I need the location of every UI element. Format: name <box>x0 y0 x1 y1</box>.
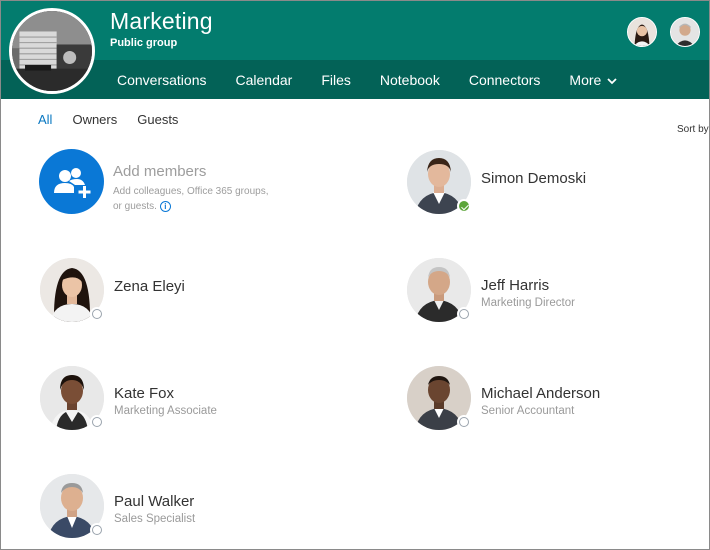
add-members-button[interactable] <box>39 149 104 214</box>
member-avatar <box>40 258 104 322</box>
member-avatar <box>407 366 471 430</box>
group-photo-image <box>12 11 92 91</box>
header-avatar-member[interactable] <box>627 17 657 47</box>
presence-offline-icon <box>90 523 104 537</box>
member-filter-tabs: All Owners Guests <box>38 112 198 127</box>
member-avatar <box>407 150 471 214</box>
nav-calendar[interactable]: Calendar <box>236 72 293 88</box>
member-avatar <box>407 258 471 322</box>
nav-connectors[interactable]: Connectors <box>469 72 541 88</box>
header-avatar-user[interactable] <box>670 17 700 47</box>
add-members-description: Add colleagues, Office 365 groups, or gu… <box>113 184 278 214</box>
add-people-icon <box>54 168 91 198</box>
chevron-down-icon <box>607 72 617 88</box>
nav-notebook[interactable]: Notebook <box>380 72 440 88</box>
filter-guests[interactable]: Guests <box>137 112 178 127</box>
presence-offline-icon <box>90 307 104 321</box>
nav-files[interactable]: Files <box>321 72 351 88</box>
member-title: Sales Specialist <box>114 513 196 525</box>
nav-more-label: More <box>569 71 602 88</box>
member-card[interactable]: Simon Demoski <box>407 150 707 216</box>
filter-owners[interactable]: Owners <box>72 112 117 127</box>
presence-offline-icon <box>457 307 471 321</box>
member-title: Marketing Associate <box>114 405 217 417</box>
member-card[interactable]: Jeff Harris Marketing Director <box>407 258 707 324</box>
presence-available-icon <box>457 199 471 213</box>
member-card[interactable]: Kate Fox Marketing Associate <box>40 366 340 432</box>
group-photo[interactable] <box>9 8 95 94</box>
presence-offline-icon <box>457 415 471 429</box>
nav-conversations[interactable]: Conversations <box>117 72 207 88</box>
member-card[interactable]: Zena Eleyi <box>40 258 340 324</box>
avatar-woman-image <box>628 18 656 46</box>
group-title: Marketing <box>110 8 213 34</box>
member-title: Marketing Director <box>481 297 575 309</box>
avatar-man-image <box>671 18 699 46</box>
member-name: Paul Walker <box>114 493 195 510</box>
member-name: Michael Anderson <box>481 385 601 402</box>
member-avatar <box>40 474 104 538</box>
member-name: Kate Fox <box>114 385 175 402</box>
member-title: Senior Accountant <box>481 405 575 417</box>
member-avatar <box>40 366 104 430</box>
member-name: Zena Eleyi <box>114 278 185 295</box>
nav-more-button[interactable]: More <box>569 72 617 88</box>
group-nav: Conversations Calendar Files Notebook Co… <box>117 60 646 99</box>
presence-offline-icon <box>90 415 104 429</box>
member-card[interactable]: Michael Anderson Senior Accountant <box>407 366 707 432</box>
add-members-description-text: Add colleagues, Office 365 groups, or gu… <box>113 186 269 212</box>
member-card[interactable]: Paul Walker Sales Specialist <box>40 474 340 540</box>
member-name: Jeff Harris <box>481 277 550 294</box>
member-name: Simon Demoski <box>481 170 587 187</box>
filter-all[interactable]: All <box>38 112 52 127</box>
sort-by-dropdown[interactable]: Sort by <box>677 124 709 135</box>
add-members-title[interactable]: Add members <box>113 163 206 180</box>
info-icon[interactable]: i <box>159 201 171 212</box>
group-type: Public group <box>110 37 178 49</box>
